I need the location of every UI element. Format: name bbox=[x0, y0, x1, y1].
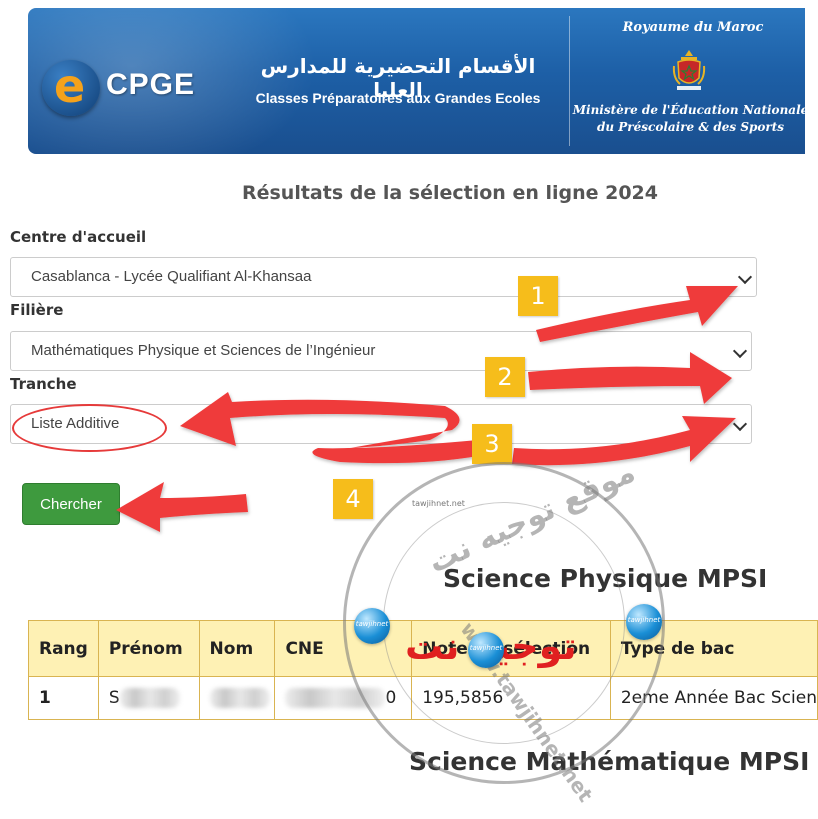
blurred-name bbox=[209, 688, 270, 708]
step-badge-2: 2 bbox=[485, 357, 525, 397]
tranche-label: Tranche bbox=[10, 375, 77, 393]
chevron-down-icon bbox=[737, 269, 753, 285]
centre-select[interactable]: Casablanca - Lycée Qualifiant Al-Khansaa bbox=[10, 257, 757, 297]
col-nom[interactable]: Nom bbox=[198, 620, 276, 677]
chercher-button[interactable]: Chercher bbox=[22, 483, 120, 525]
ministere-text: Ministère de l'Éducation Nationale du Pr… bbox=[572, 103, 805, 134]
watermark-small-text: tawjihnet.net bbox=[412, 499, 465, 508]
logo-text: CPGE bbox=[106, 68, 196, 101]
cell-prenom: S bbox=[97, 676, 200, 720]
filiere-select[interactable]: Mathématiques Physique et Sciences de l’… bbox=[10, 331, 752, 371]
col-prenom[interactable]: Prénom bbox=[97, 620, 200, 677]
highlight-ellipse bbox=[12, 404, 167, 452]
cell-nom bbox=[198, 676, 276, 720]
royaume-text: Royaume du Maroc bbox=[622, 20, 764, 35]
chevron-down-icon bbox=[732, 343, 748, 359]
arrow-5 bbox=[116, 482, 248, 532]
globe-logo-icon: tawjihnet bbox=[354, 608, 390, 644]
french-title: Classes Préparatoires aux Grandes Ecoles bbox=[255, 90, 541, 106]
chevron-down-icon bbox=[732, 416, 748, 432]
moroccan-crest-icon bbox=[672, 50, 706, 90]
filiere-label: Filière bbox=[10, 301, 64, 319]
globe-logo-icon: tawjihnet bbox=[626, 604, 662, 640]
e-logo-icon: e bbox=[42, 60, 100, 116]
centre-label: Centre d'accueil bbox=[10, 228, 147, 246]
header-banner: e CPGE الأقسام التحضيرية للمدارس العليا … bbox=[28, 8, 805, 154]
page-title: Résultats de la sélection en ligne 2024 bbox=[241, 182, 659, 204]
step-badge-1: 1 bbox=[518, 276, 558, 316]
step-badge-3: 3 bbox=[472, 424, 512, 464]
step-badge-4: 4 bbox=[333, 479, 373, 519]
globe-logo-icon: tawjihnet bbox=[468, 632, 504, 668]
col-rang[interactable]: Rang bbox=[28, 620, 99, 677]
cpge-logo[interactable]: e CPGE bbox=[42, 60, 202, 116]
cell-rang: 1 bbox=[28, 676, 99, 720]
blurred-name bbox=[119, 688, 180, 708]
